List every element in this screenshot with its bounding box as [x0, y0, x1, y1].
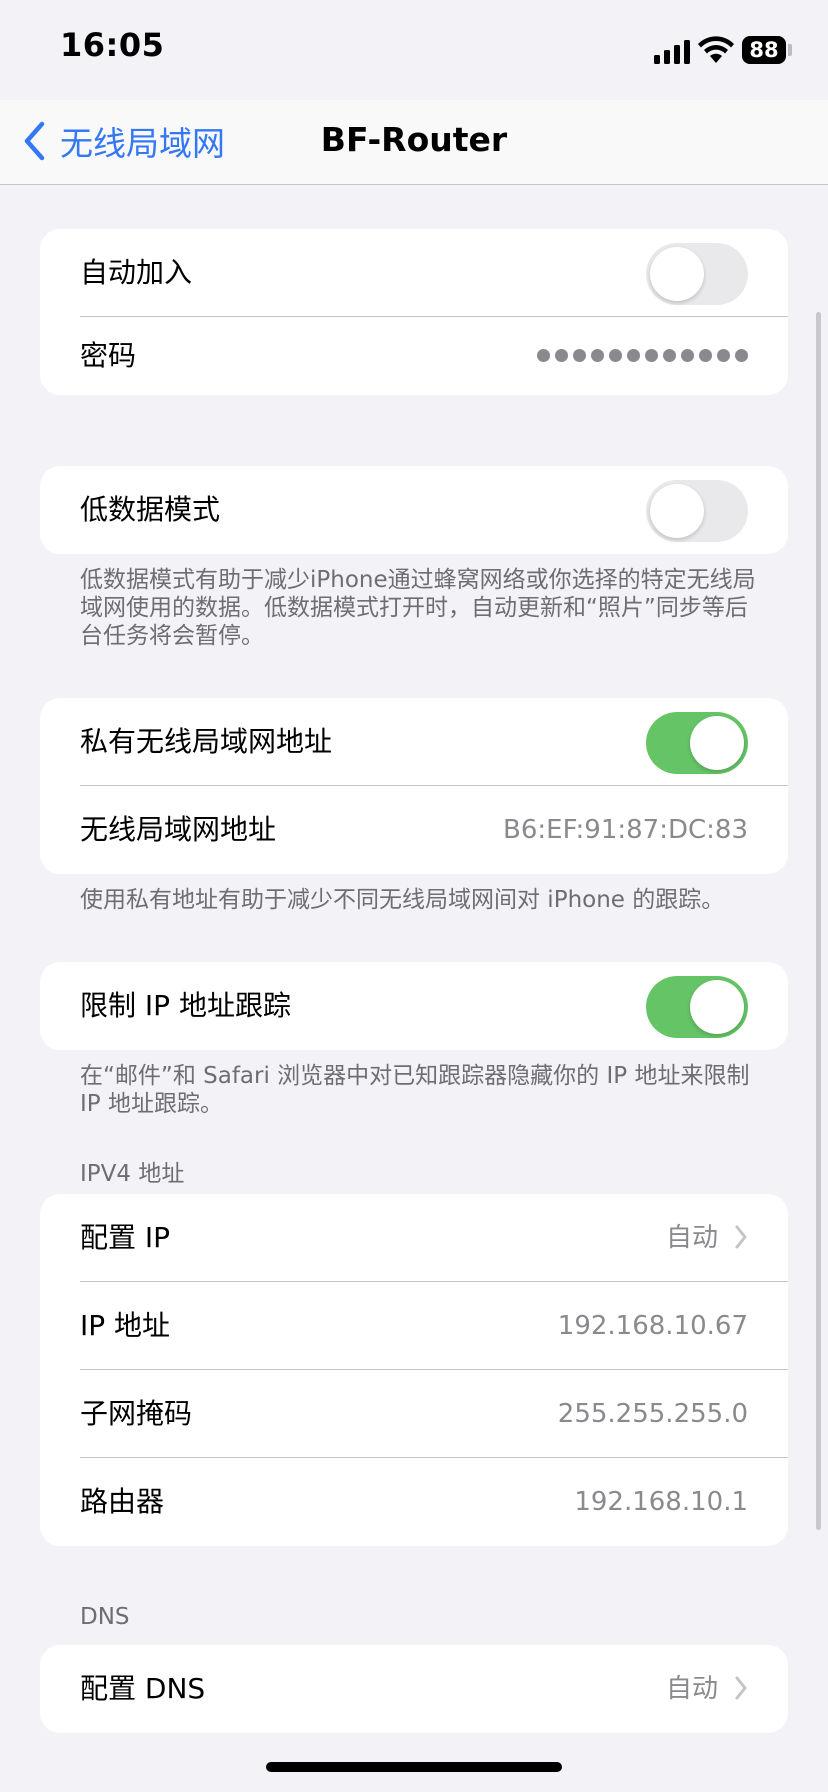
password-row[interactable]: 密码 [40, 317, 788, 395]
subnet-mask-row: 子网掩码 255.255.255.0 [40, 1370, 788, 1458]
router-row: 路由器 192.168.10.1 [40, 1458, 788, 1546]
auto-join-row: 自动加入 [40, 229, 788, 317]
limit-ip-group: 限制 IP 地址跟踪 [40, 962, 788, 1050]
ip-address-row: IP 地址 192.168.10.67 [40, 1282, 788, 1370]
configure-ip-label: 配置 IP [80, 1221, 171, 1254]
subnet-mask-label: 子网掩码 [80, 1397, 193, 1430]
toggle-knob [650, 484, 704, 538]
limit-ip-label: 限制 IP 地址跟踪 [80, 989, 291, 1022]
configure-ip-value: 自动 [665, 1223, 718, 1253]
status-time: 16:05 [60, 26, 165, 64]
ip-address-label: IP 地址 [80, 1309, 171, 1342]
low-data-footer: 低数据模式有助于减少iPhone通过蜂窝网络或你选择的特定无线局域网使用的数据。… [80, 567, 756, 649]
wifi-address-value: B6:EF:91:87:DC:83 [503, 815, 748, 845]
limit-ip-toggle[interactable] [646, 976, 748, 1038]
battery-cap [788, 44, 792, 56]
home-indicator[interactable] [266, 1762, 562, 1772]
ipv4-group: 配置 IP 自动 IP 地址 192.168.10.67 子网掩码 255.25… [40, 1194, 788, 1546]
wifi-detail-page: 16:05 88 无线局域网 BF-Router 自动加入 密码 低数据模式 低… [0, 0, 828, 1792]
battery-icon: 88 [742, 36, 786, 64]
chevron-right-icon [735, 1676, 747, 1700]
low-data-group: 低数据模式 [40, 466, 788, 554]
chevron-right-icon [735, 1225, 747, 1249]
page-title: BF-Router [320, 120, 508, 159]
wifi-address-label: 无线局域网地址 [80, 813, 277, 846]
private-address-label: 私有无线局域网地址 [80, 725, 333, 758]
router-label: 路由器 [80, 1485, 165, 1518]
low-data-row: 低数据模式 [40, 466, 788, 554]
password-masked-value [537, 349, 748, 362]
router-value: 192.168.10.1 [574, 1487, 748, 1517]
join-settings-group: 自动加入 密码 [40, 229, 788, 395]
low-data-label: 低数据模式 [80, 493, 221, 526]
dns-header: DNS [80, 1604, 130, 1630]
private-address-footer: 使用私有地址有助于减少不同无线局域网间对 iPhone 的跟踪。 [80, 887, 725, 913]
configure-dns-row[interactable]: 配置 DNS 自动 [40, 1645, 788, 1733]
wifi-address-row: 无线局域网地址 B6:EF:91:87:DC:83 [40, 786, 788, 874]
status-bar: 16:05 88 [0, 0, 828, 100]
dns-group: 配置 DNS 自动 [40, 1645, 788, 1733]
wifi-icon [698, 36, 734, 63]
limit-ip-footer: 在“邮件”和 Safari 浏览器中对已知跟踪器隐藏你的 IP 地址来限制 IP… [80, 1063, 750, 1117]
configure-dns-label: 配置 DNS [80, 1672, 206, 1705]
scrollbar[interactable] [816, 312, 821, 1530]
auto-join-label: 自动加入 [80, 256, 193, 289]
private-address-row: 私有无线局域网地址 [40, 698, 788, 786]
cellular-signal-icon [654, 38, 690, 64]
configure-dns-value: 自动 [665, 1674, 718, 1704]
private-address-toggle[interactable] [646, 712, 748, 774]
ipv4-header: IPV4 地址 [80, 1161, 185, 1187]
configure-ip-row[interactable]: 配置 IP 自动 [40, 1194, 788, 1282]
toggle-knob [690, 716, 744, 770]
auto-join-toggle[interactable] [646, 243, 748, 305]
ip-address-value: 192.168.10.67 [557, 1311, 748, 1341]
password-label: 密码 [80, 339, 137, 372]
private-address-group: 私有无线局域网地址 无线局域网地址 B6:EF:91:87:DC:83 [40, 698, 788, 874]
toggle-knob [690, 980, 744, 1034]
subnet-mask-value: 255.255.255.0 [557, 1399, 748, 1429]
toggle-knob [650, 247, 704, 301]
navigation-bar: 无线局域网 BF-Router [0, 100, 828, 185]
limit-ip-row: 限制 IP 地址跟踪 [40, 962, 788, 1050]
low-data-toggle[interactable] [646, 480, 748, 542]
